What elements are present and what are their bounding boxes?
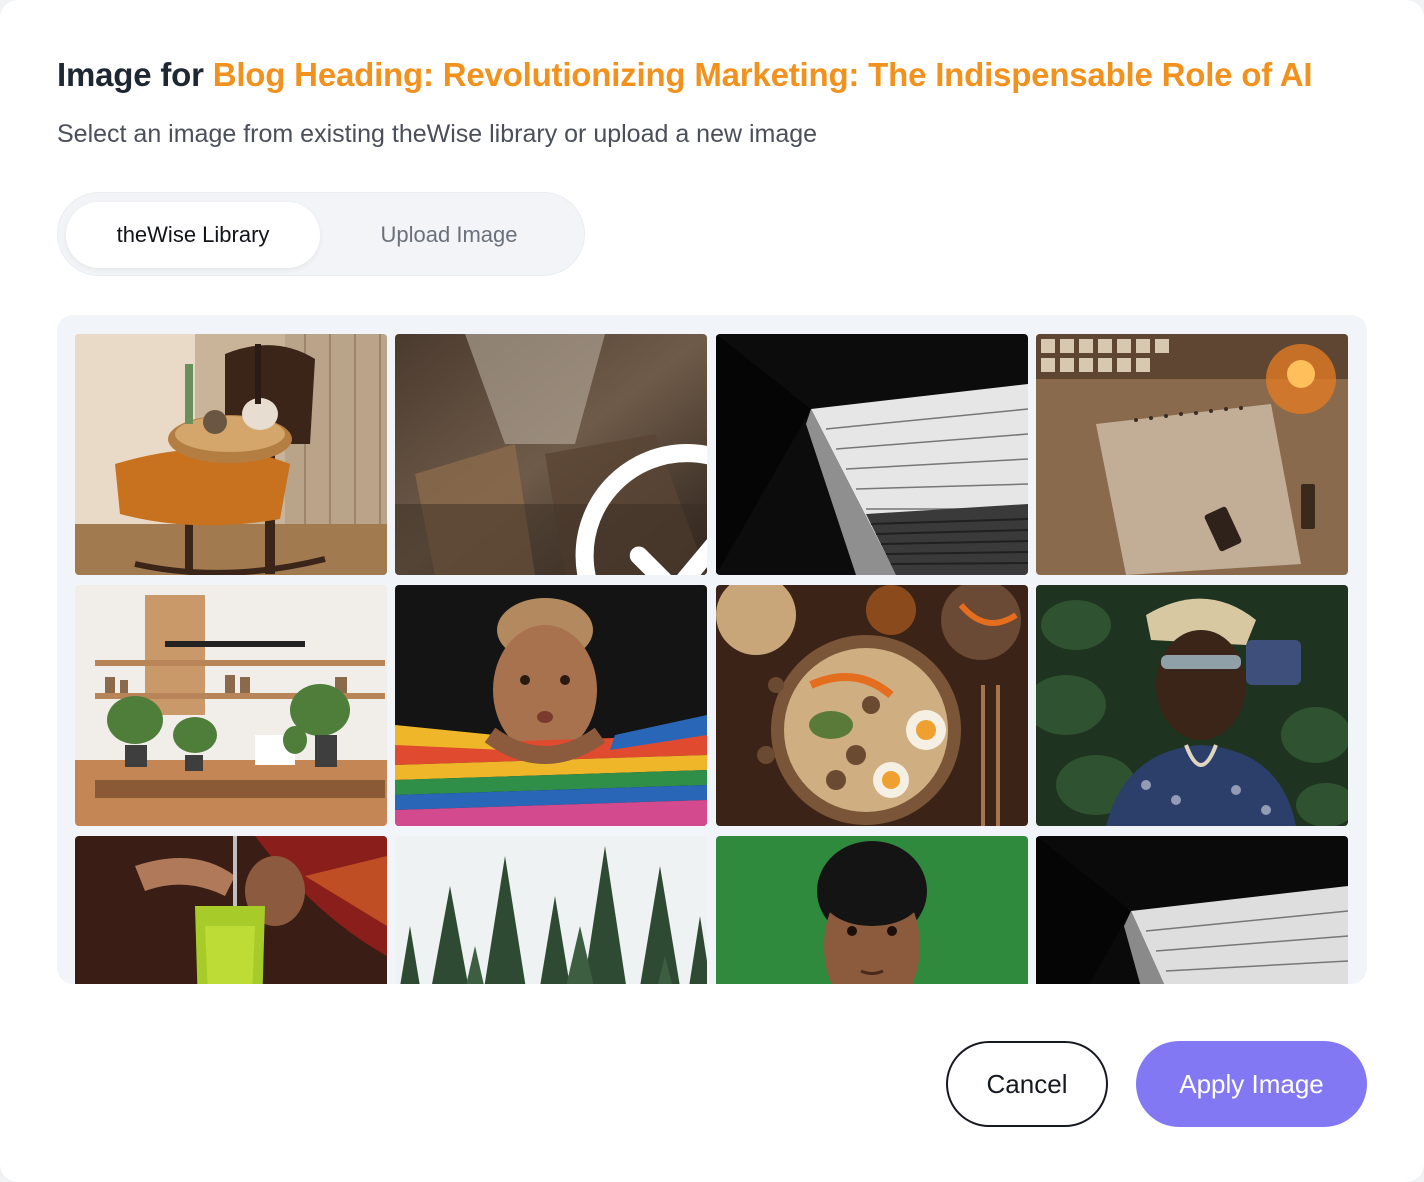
green-drink-image — [75, 836, 387, 984]
chair-with-tray-image — [75, 334, 387, 575]
selected-check-icon — [575, 444, 707, 575]
source-tabs: theWise Library Upload Image — [57, 192, 585, 276]
gallery-image-man-hat[interactable] — [1036, 585, 1348, 826]
gallery-image-blurred-interior[interactable] — [395, 334, 707, 575]
pine-forest-image — [395, 836, 707, 984]
man-bucket-hat-image — [1036, 585, 1348, 826]
gallery-image-man-green[interactable] — [716, 836, 1028, 984]
title-prefix: Image for — [57, 56, 213, 93]
autumn-notebook-image — [1036, 334, 1348, 575]
gallery-image-woman-sweater[interactable] — [395, 585, 707, 826]
ramen-bowl-image — [716, 585, 1028, 826]
gallery-image-notebook[interactable] — [1036, 334, 1348, 575]
gallery-image-building[interactable] — [1036, 836, 1348, 984]
woman-striped-sweater-image — [395, 585, 707, 826]
dialog-title: Image for Blog Heading: Revolutionizing … — [57, 56, 1313, 94]
gallery-image-kitchen[interactable] — [75, 585, 387, 826]
kitchen-shelves-plants-image — [75, 585, 387, 826]
gallery-image-building-stairs[interactable] — [716, 334, 1028, 575]
gallery-image-forest[interactable] — [395, 836, 707, 984]
image-gallery[interactable] — [57, 315, 1367, 984]
cancel-button[interactable]: Cancel — [946, 1041, 1108, 1127]
tab-thewise-library[interactable]: theWise Library — [66, 202, 320, 268]
gallery-image-ramen[interactable] — [716, 585, 1028, 826]
title-blog-heading: Blog Heading: Revolutionizing Marketing:… — [212, 56, 1313, 93]
tab-upload-image[interactable]: Upload Image — [328, 202, 570, 268]
dialog-subtitle: Select an image from existing theWise li… — [57, 120, 818, 148]
image-picker-dialog: Image for Blog Heading: Revolutionizing … — [0, 0, 1424, 1182]
man-green-background-image — [716, 836, 1028, 984]
gallery-image-chair[interactable] — [75, 334, 387, 575]
apply-image-button[interactable]: Apply Image — [1136, 1041, 1367, 1127]
gallery-image-drink[interactable] — [75, 836, 387, 984]
building-stairs-bw-image — [716, 334, 1028, 575]
building-bw-image — [1036, 836, 1348, 984]
